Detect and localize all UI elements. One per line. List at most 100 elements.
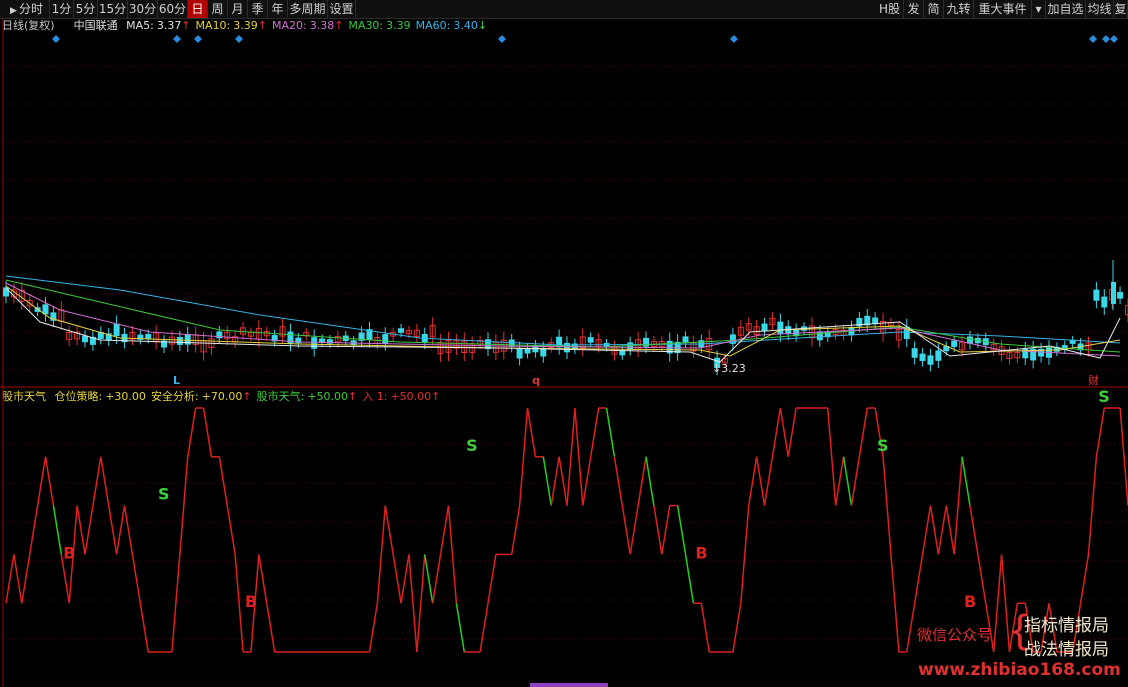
candle-body xyxy=(82,335,89,343)
indicator-segment xyxy=(582,456,592,506)
signal-diamond xyxy=(1102,35,1110,43)
candle-body xyxy=(42,304,49,315)
indicator-segment xyxy=(558,456,568,506)
candle-body xyxy=(793,329,800,337)
indicator-segment xyxy=(424,554,434,604)
sell-signal: S xyxy=(1098,387,1110,406)
candle-body xyxy=(627,342,634,350)
signal-diamond xyxy=(1089,35,1097,43)
indicator-segment xyxy=(826,407,837,506)
signal-diamond xyxy=(194,35,202,43)
indicator-segment xyxy=(676,505,687,555)
indicator-segment xyxy=(84,505,94,555)
indicator-segment xyxy=(400,554,410,604)
indicator-segment xyxy=(937,505,948,555)
marker-label: L xyxy=(173,374,180,387)
indicator-segment xyxy=(447,505,458,604)
indicator-segment xyxy=(218,456,228,506)
indicator-segment xyxy=(1087,456,1098,555)
indicator-segment xyxy=(455,603,466,653)
indicator-segment xyxy=(487,554,497,604)
chart-canvas: ↓3.23 L q 财 B B S S B S B S xyxy=(0,19,1128,687)
signal-diamond xyxy=(52,35,60,43)
indicator-segment xyxy=(763,456,774,506)
indicator-segment xyxy=(621,505,631,555)
marker-label: q xyxy=(532,374,540,387)
buy-signal: B xyxy=(63,543,75,562)
candle-body xyxy=(311,337,318,349)
indicator-segment xyxy=(613,456,624,506)
indicator-segment xyxy=(392,554,402,604)
indicator-segment xyxy=(171,554,181,653)
indicator-segment xyxy=(368,603,379,653)
candle-body xyxy=(1117,291,1124,299)
indicator-segment xyxy=(890,554,900,653)
candle-body xyxy=(872,317,879,325)
indicator-segment xyxy=(1119,407,1128,506)
signal-diamond xyxy=(173,35,181,43)
indicator-segment xyxy=(266,603,276,653)
indicator-segment xyxy=(36,456,47,506)
indicator-segment xyxy=(226,505,236,555)
indicator-segment xyxy=(123,505,134,555)
indicator-segment xyxy=(1095,407,1106,457)
indicator-segment xyxy=(700,603,710,653)
indicator-segment xyxy=(684,554,695,604)
indicator-segment xyxy=(779,407,789,457)
candle-body xyxy=(919,353,926,361)
indicator-segment xyxy=(510,505,521,555)
indicator-segment xyxy=(376,505,387,604)
indicator-segment xyxy=(906,603,916,653)
indicator-segment xyxy=(732,603,742,653)
indicator-segment xyxy=(842,456,853,506)
indicator-segment xyxy=(629,505,639,555)
watermark-wechat: 微信公众号 xyxy=(917,626,993,644)
indicator-segment xyxy=(431,554,442,604)
indicator-segment xyxy=(574,407,584,506)
sell-signal: S xyxy=(877,436,889,455)
indicator-segment xyxy=(992,554,1003,653)
indicator-segment xyxy=(858,407,868,457)
indicator-segment xyxy=(921,505,932,555)
indicator-segment xyxy=(186,407,197,457)
marker-label: 财 xyxy=(1088,373,1099,387)
indicator-segment xyxy=(929,505,940,555)
indicator-segment xyxy=(408,554,418,653)
candle-body xyxy=(951,340,958,347)
candle-body xyxy=(777,321,784,334)
indicator-segment xyxy=(747,456,758,506)
buy-signal: B xyxy=(964,592,976,611)
ma-line xyxy=(5,275,1121,346)
indicator-segment xyxy=(139,603,149,653)
watermark-line2: 战法情报局 xyxy=(1024,640,1109,660)
candle-body xyxy=(540,347,547,357)
buy-signal: B xyxy=(695,543,707,562)
candle-body xyxy=(1111,282,1116,304)
candle-body xyxy=(761,323,768,331)
indicator-segment xyxy=(850,456,861,506)
indicator-segment xyxy=(953,456,963,555)
candle-body xyxy=(682,336,689,343)
indicator-segment xyxy=(913,554,924,604)
indicator-segment xyxy=(5,554,15,604)
low-price-label: ↓3.23 xyxy=(712,362,746,375)
indicator-segment xyxy=(13,554,23,604)
watermark-line1: 指标情报局 xyxy=(1024,616,1109,636)
indicator-segment xyxy=(961,456,971,506)
indicator-segment xyxy=(882,456,892,555)
candle-body xyxy=(524,348,531,354)
indicator-segment xyxy=(526,407,537,457)
indicator-segment xyxy=(28,505,39,555)
indicator-segment xyxy=(202,407,213,457)
watermark-url: www.zhibiao168.com xyxy=(918,660,1121,680)
indicator-segment xyxy=(977,554,987,604)
indicator-segment xyxy=(834,456,845,506)
candle-body xyxy=(935,350,942,361)
indicator-segment xyxy=(740,505,750,604)
signal-diamond xyxy=(498,35,506,43)
indicator-segment xyxy=(969,505,979,555)
indicator-segment xyxy=(645,456,655,506)
indicator-segment xyxy=(115,505,126,555)
indicator-segment xyxy=(653,505,663,555)
indicator-segment xyxy=(605,407,616,457)
